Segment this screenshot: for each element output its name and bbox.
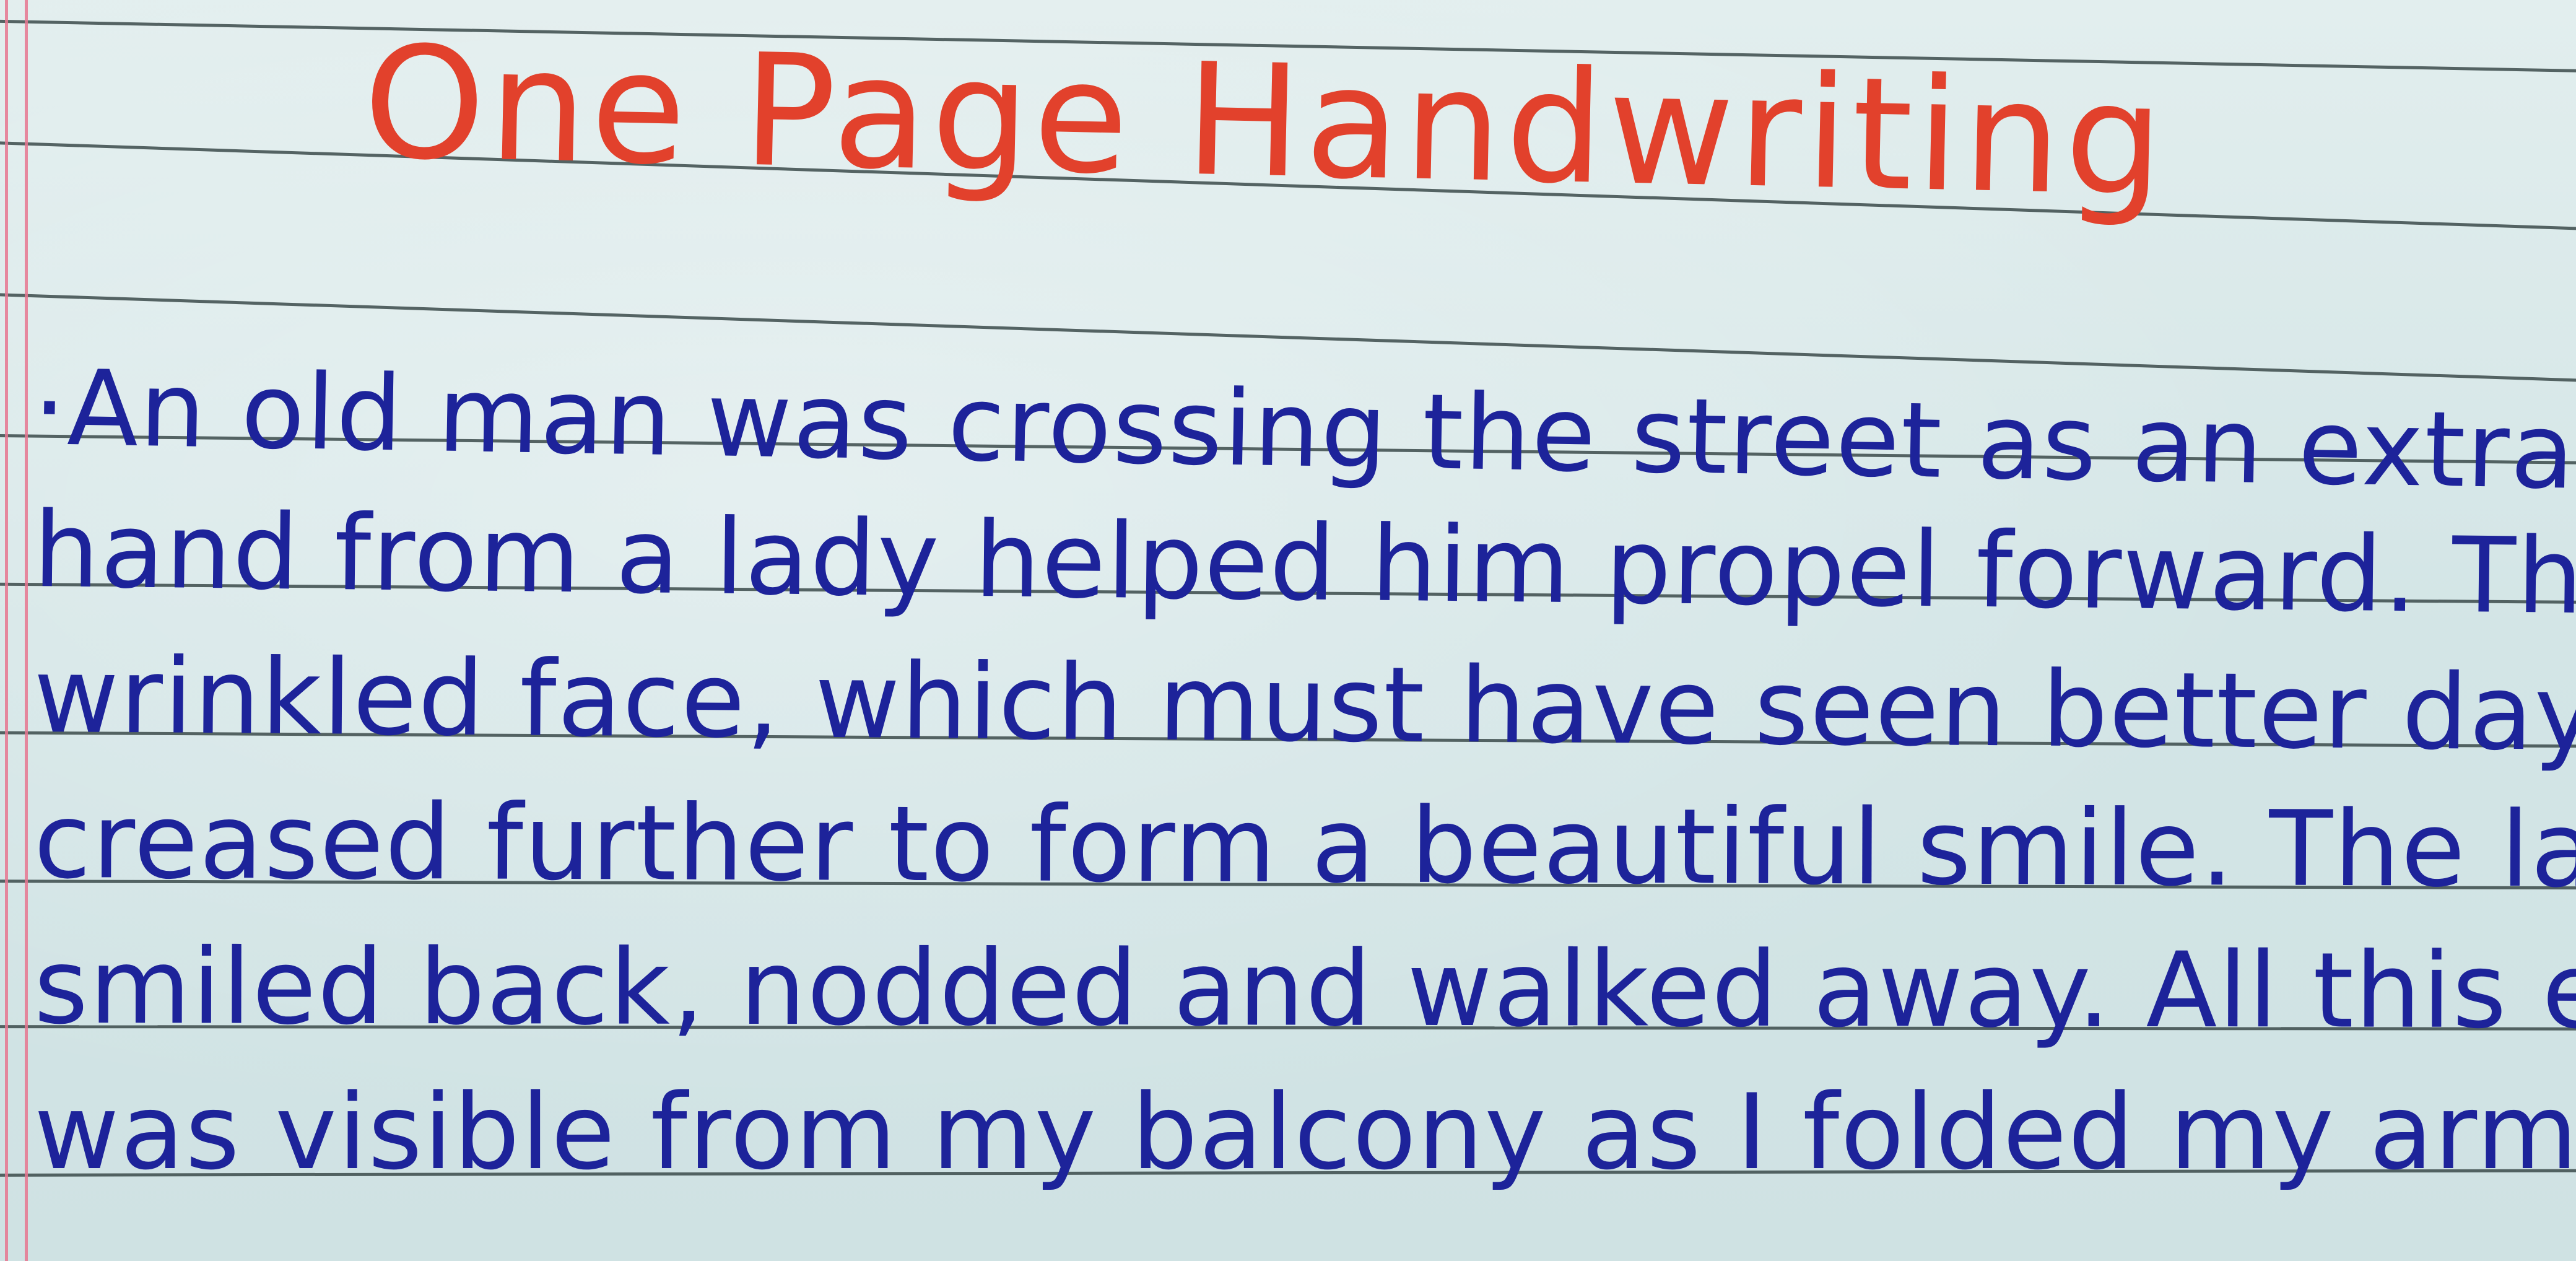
handwritten-line-3: wrinkled face, which must have seen bett… [33,635,2576,775]
notebook-page: One Page Handwriting ·An old man was cro… [0,0,2576,1261]
handwritten-line-1: ·An old man was crossing the street as a… [32,347,2576,513]
handwritten-line-4: creased further to form a beautiful smil… [33,780,2576,912]
margin-line [25,0,28,1261]
page-title: One Page Handwriting [361,12,2169,230]
handwritten-line-6: was visible from my balcony as I folded … [34,1071,2576,1193]
margin-line [5,0,8,1261]
handwritten-line-5: smiled back, nodded and walked away. All… [33,926,2576,1053]
handwritten-line-2: hand from a lady helped him propel forwa… [32,489,2576,639]
